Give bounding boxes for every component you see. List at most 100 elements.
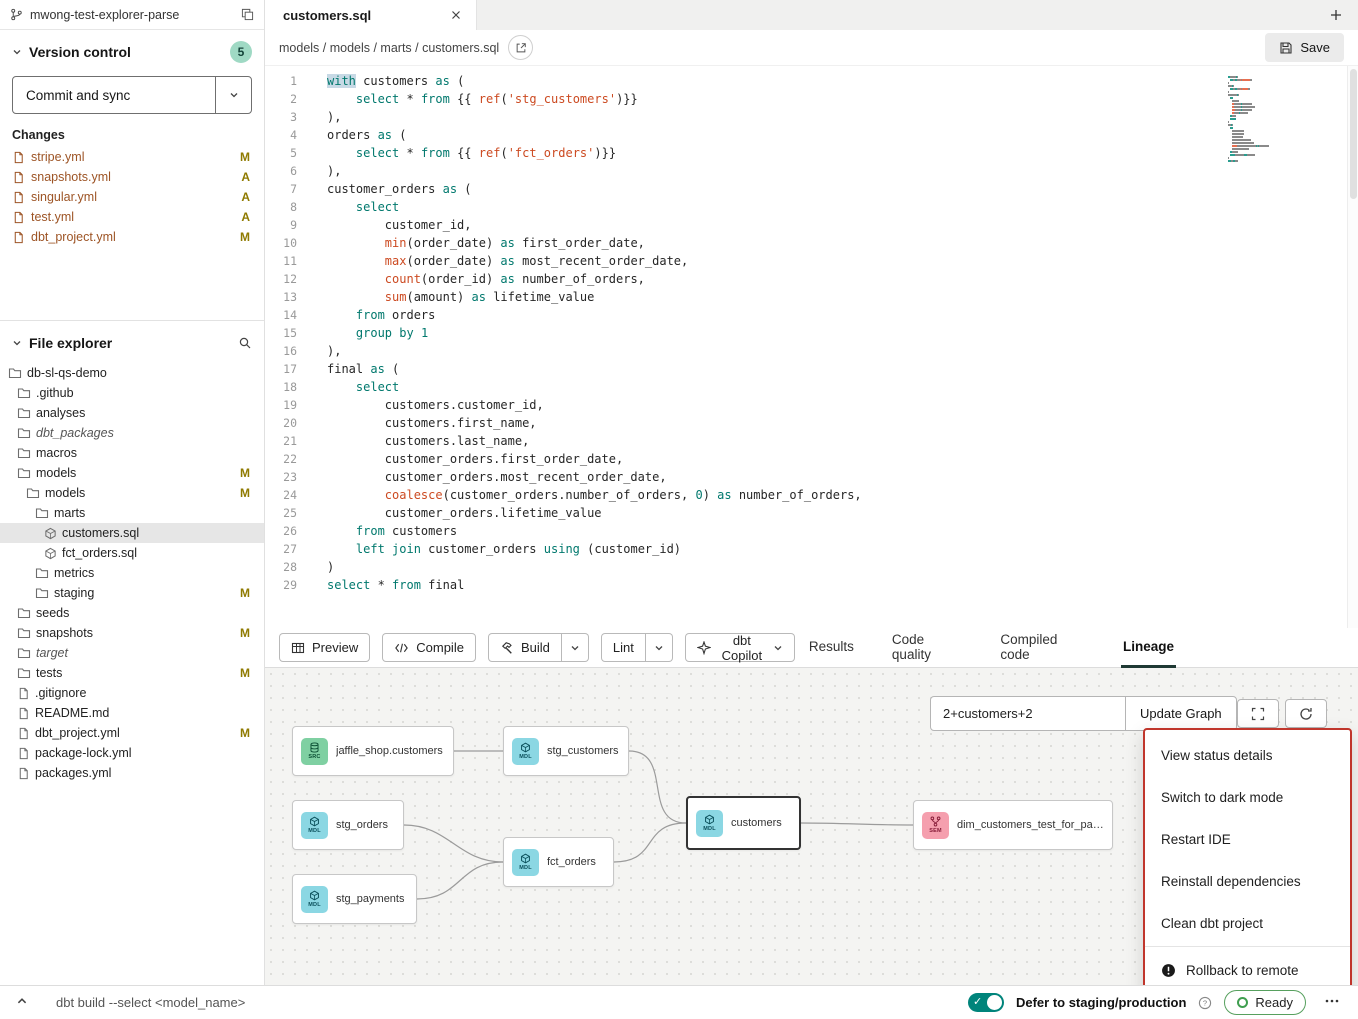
node-label: customers: [731, 817, 782, 829]
git-status-badge: M: [240, 726, 250, 740]
update-graph-button[interactable]: Update Graph: [1125, 696, 1237, 731]
tree-item-models[interactable]: modelsM: [0, 463, 264, 483]
more-options-button[interactable]: [1320, 989, 1344, 1016]
changed-file-test-yml[interactable]: test.ymlA: [0, 207, 264, 227]
fullscreen-button[interactable]: [1237, 699, 1279, 728]
lineage-panel: SRCjaffle_shop.customers MDLstg_customers…: [265, 668, 1358, 985]
new-tab-button[interactable]: [1314, 0, 1358, 30]
lineage-node-stg-orders[interactable]: MDLstg_orders: [292, 800, 404, 850]
build-button-dropdown[interactable]: [562, 633, 589, 662]
git-status-badge: M: [240, 150, 250, 164]
defer-toggle[interactable]: ✓: [968, 993, 1004, 1012]
changed-file-stripe-yml[interactable]: stripe.ymlM: [0, 147, 264, 167]
tree-item-marts[interactable]: marts: [0, 503, 264, 523]
git-status-badge: A: [241, 170, 250, 184]
toggle-knob: [987, 995, 1002, 1010]
file-icon: [12, 211, 25, 224]
table-grid-icon: [291, 641, 305, 655]
scrollbar-thumb[interactable]: [1350, 69, 1357, 199]
menu-item-rollback-to-remote[interactable]: Rollback to remote: [1145, 949, 1350, 985]
tree-item-models[interactable]: modelsM: [0, 483, 264, 503]
tree-item-macros[interactable]: macros: [0, 443, 264, 463]
refresh-graph-button[interactable]: [1285, 699, 1327, 728]
tree-item-packages-yml[interactable]: packages.yml: [0, 763, 264, 783]
tab-results[interactable]: Results: [807, 628, 856, 668]
file-name: packages.yml: [35, 766, 111, 780]
file-explorer-section: File explorer db-sl-qs-demo .githubanalys…: [0, 320, 264, 985]
file-name: models: [45, 486, 85, 500]
svg-text:?: ?: [1203, 998, 1207, 1007]
commit-options-dropdown[interactable]: [215, 77, 251, 113]
tree-item-analyses[interactable]: analyses: [0, 403, 264, 423]
chevron-down-icon: [229, 90, 239, 100]
menu-item-clean-dbt-project[interactable]: Clean dbt project: [1145, 902, 1350, 944]
dbt-copilot-button[interactable]: dbt Copilot: [685, 633, 795, 662]
file-icon: [17, 747, 30, 760]
tree-item-metrics[interactable]: metrics: [0, 563, 264, 583]
preview-button[interactable]: Preview: [279, 633, 370, 662]
changed-file-dbt-project-yml[interactable]: dbt_project.ymlM: [0, 227, 264, 247]
tree-item-staging[interactable]: staging M: [0, 583, 264, 603]
git-status-badge: M: [240, 586, 250, 600]
lineage-node-customers[interactable]: MDLcustomers: [686, 796, 801, 850]
file-name: staging: [54, 586, 94, 600]
file-name: target: [36, 646, 68, 660]
lint-button-dropdown[interactable]: [646, 633, 673, 662]
menu-item-restart-ide[interactable]: Restart IDE: [1145, 818, 1350, 860]
tree-item-dbt-project-yml[interactable]: dbt_project.ymlM: [0, 723, 264, 743]
search-icon[interactable]: [238, 336, 252, 350]
code-editor[interactable]: 1234567891011121314151617181920212223242…: [265, 65, 1358, 628]
copy-icon[interactable]: [241, 8, 254, 21]
folder-icon: [17, 406, 31, 420]
lineage-node-jaffle-shop-customers[interactable]: SRCjaffle_shop.customers: [292, 726, 454, 776]
commit-split-button: Commit and sync: [12, 76, 252, 114]
build-button[interactable]: Build: [488, 633, 562, 662]
code-content[interactable]: with customers as ( select * from {{ ref…: [305, 66, 1358, 628]
menu-item-switch-to-dark-mode[interactable]: Switch to dark mode: [1145, 776, 1350, 818]
chevron-down-icon: [12, 338, 22, 348]
tree-item-customers-sql[interactable]: customers.sql: [0, 523, 264, 543]
compile-button[interactable]: Compile: [382, 633, 476, 662]
tab-customers-sql[interactable]: customers.sql: [265, 0, 477, 30]
changed-file-singular-yml[interactable]: singular.ymlA: [0, 187, 264, 207]
file-name: db-sl-qs-demo: [27, 366, 107, 380]
tree-item-readme-md[interactable]: README.md: [0, 703, 264, 723]
lineage-node-stg-payments[interactable]: MDLstg_payments: [292, 874, 417, 924]
expand-panel-button[interactable]: [14, 993, 30, 1012]
file-actions-button[interactable]: [508, 35, 533, 60]
model-icon: MDL: [512, 849, 539, 876]
version-control-header[interactable]: Version control 5: [0, 38, 264, 66]
commit-and-sync-button[interactable]: Commit and sync: [13, 77, 215, 113]
tab-code-quality[interactable]: Code quality: [890, 628, 964, 668]
tree-item-fct-orders-sql[interactable]: fct_orders.sql: [0, 543, 264, 563]
tree-item-snapshots[interactable]: snapshotsM: [0, 623, 264, 643]
changed-file-snapshots-yml[interactable]: snapshots.ymlA: [0, 167, 264, 187]
tree-item-dbt-packages[interactable]: dbt_packages: [0, 423, 264, 443]
lint-button[interactable]: Lint: [601, 633, 646, 662]
close-icon[interactable]: [450, 9, 462, 21]
lineage-node-fct-orders[interactable]: MDLfct_orders: [503, 837, 614, 887]
tree-item-target[interactable]: target: [0, 643, 264, 663]
breadcrumb: models / models / marts / customers.sql: [279, 41, 499, 55]
status-badge[interactable]: Ready: [1224, 990, 1306, 1015]
tree-item-seeds[interactable]: seeds: [0, 603, 264, 623]
menu-item-reinstall-dependencies[interactable]: Reinstall dependencies: [1145, 860, 1350, 902]
help-icon[interactable]: ?: [1198, 996, 1212, 1010]
tab-lineage[interactable]: Lineage: [1121, 628, 1176, 668]
tree-item-gitignore[interactable]: .gitignore: [0, 683, 264, 703]
save-button[interactable]: Save: [1265, 33, 1344, 62]
sparkle-icon: [697, 641, 711, 655]
tree-item-package-lock-yml[interactable]: package-lock.yml: [0, 743, 264, 763]
file-name: models: [36, 466, 76, 480]
tree-item-github[interactable]: .github: [0, 383, 264, 403]
folder-icon: [35, 506, 49, 520]
lineage-node-stg-customers[interactable]: MDLstg_customers: [503, 726, 629, 776]
tree-item-tests[interactable]: testsM: [0, 663, 264, 683]
lineage-selector-input[interactable]: [930, 696, 1126, 731]
lineage-node-dim-customers-test-for-parse[interactable]: SEMdim_customers_test_for_parse: [913, 800, 1113, 850]
file-explorer-header[interactable]: File explorer: [0, 329, 264, 357]
menu-item-view-status-details[interactable]: View status details: [1145, 734, 1350, 776]
tab-compiled-code[interactable]: Compiled code: [998, 628, 1087, 668]
editor-scrollbar[interactable]: [1347, 66, 1358, 628]
tree-item-db-sl-qs-demo[interactable]: db-sl-qs-demo: [0, 363, 264, 383]
